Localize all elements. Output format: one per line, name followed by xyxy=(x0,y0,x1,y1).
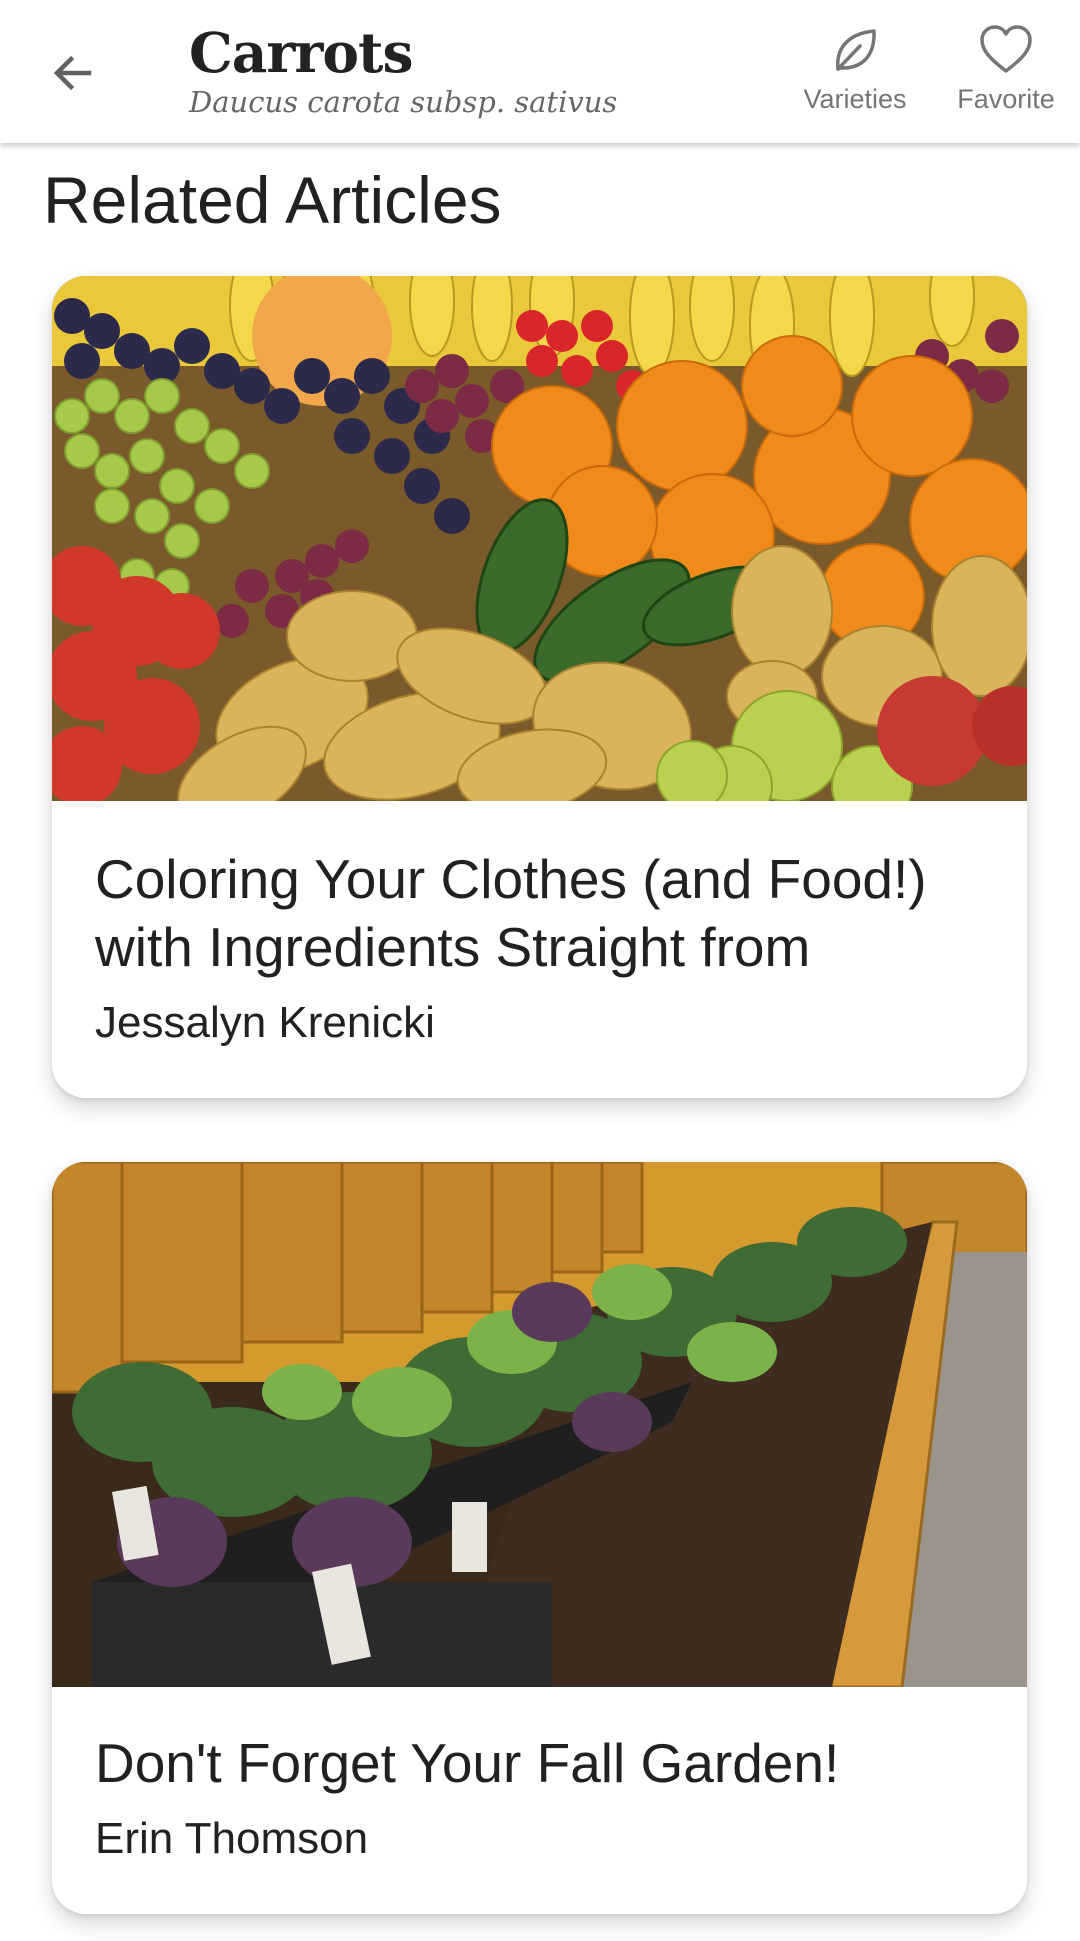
section-title: Related Articles xyxy=(43,163,502,237)
app-bar: Carrots Daucus carota subsp. sativus Var… xyxy=(0,0,1080,143)
article-title: Don't Forget Your Fall Garden! xyxy=(95,1732,840,1794)
raised-garden-bed-photo xyxy=(52,1162,1027,1687)
article-author: Erin Thomson xyxy=(95,1814,369,1863)
article-card-body: Coloring Your Clothes (and Food!) with I… xyxy=(52,845,1027,1051)
varieties-label: Varieties xyxy=(803,84,907,114)
arrow-left-icon xyxy=(53,55,92,91)
article-title: Coloring Your Clothes (and Food!) with I… xyxy=(95,848,927,978)
favorite-label: Favorite xyxy=(957,84,1055,114)
back-button[interactable] xyxy=(40,40,106,106)
article-card[interactable]: Don't Forget Your Fall Garden! Erin Thom… xyxy=(52,1162,1027,1914)
fruit-display-photo xyxy=(52,276,1027,801)
article-card[interactable]: Coloring Your Clothes (and Food!) with I… xyxy=(52,276,1027,1098)
page-subtitle: Daucus carota subsp. sativus xyxy=(189,85,618,119)
article-author: Jessalyn Krenicki xyxy=(95,998,435,1047)
article-card-body: Don't Forget Your Fall Garden! Erin Thom… xyxy=(52,1729,1027,1867)
page-title: Carrots xyxy=(189,20,413,85)
title-block: Carrots Daucus carota subsp. sativus xyxy=(189,18,617,120)
leaf-icon xyxy=(836,29,876,71)
varieties-button[interactable]: Varieties xyxy=(790,22,920,116)
heart-outline-icon xyxy=(980,25,1032,73)
favorite-button[interactable]: Favorite xyxy=(948,22,1064,116)
